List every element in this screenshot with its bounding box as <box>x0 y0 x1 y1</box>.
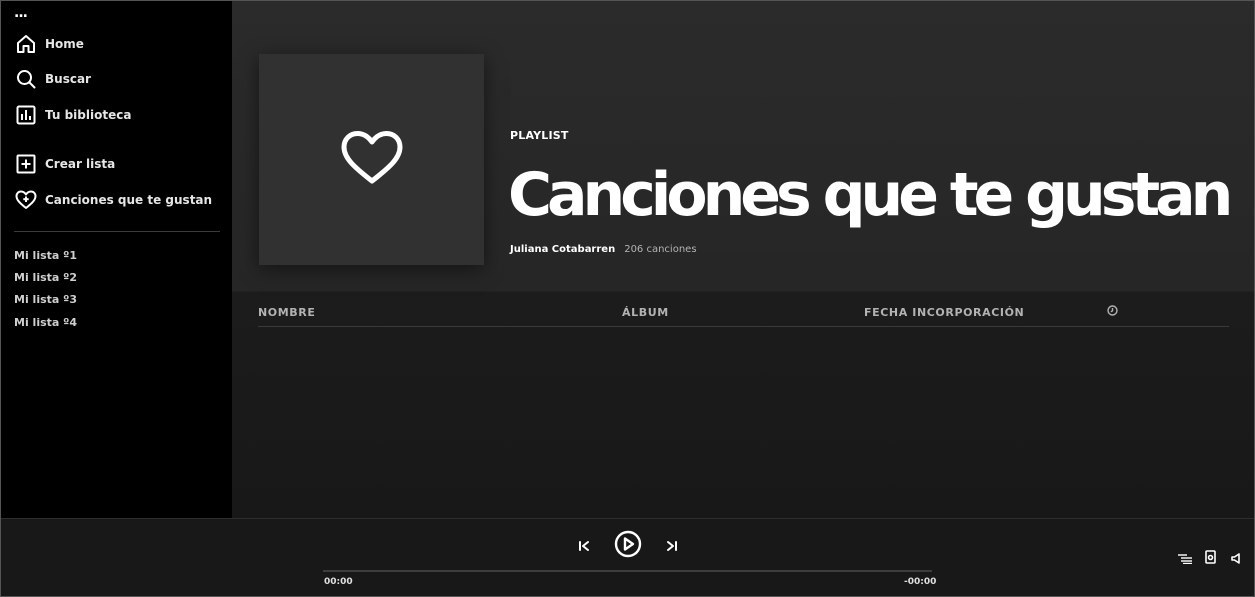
volume-button[interactable] <box>1229 551 1243 565</box>
queue-button[interactable] <box>1177 551 1193 565</box>
next-icon <box>666 537 678 556</box>
plus-square-icon <box>15 153 37 175</box>
progress-bar[interactable] <box>323 570 932 572</box>
sidebar-playlist-item[interactable]: Mi lista º2 <box>14 271 77 284</box>
column-header-date-added[interactable]: FECHA INCORPORACIÓN <box>864 306 1024 319</box>
device-icon <box>1204 549 1216 568</box>
heart-plus-icon <box>15 189 37 211</box>
playlist-meta: Juliana Cotabarren 206 canciones <box>510 244 697 255</box>
main-content: PLAYLIST Canciones que te gustan Juliana… <box>232 1 1254 518</box>
nav-home[interactable]: Home <box>15 32 84 56</box>
nav-home-label: Home <box>45 37 84 51</box>
library-icon <box>15 104 37 126</box>
previous-button[interactable] <box>576 538 592 554</box>
clock-icon[interactable] <box>1107 305 1118 319</box>
liked-songs-link[interactable]: Canciones que te gustan <box>15 188 212 212</box>
sidebar-playlist-item[interactable]: Mi lista º3 <box>14 293 77 306</box>
table-header-divider <box>258 326 1229 327</box>
device-button[interactable] <box>1203 549 1217 568</box>
player-bar: 00:00 -00:00 <box>1 518 1254 596</box>
next-button[interactable] <box>664 538 680 554</box>
play-icon <box>614 530 642 562</box>
sidebar-playlist-item[interactable]: Mi lista º4 <box>14 316 77 329</box>
page-title: Canciones que te gustan <box>508 160 1233 230</box>
create-playlist-button[interactable]: Crear lista <box>15 152 115 176</box>
sidebar: ... Home Buscar Tu biblioteca Crear list… <box>1 1 232 518</box>
more-menu-button[interactable]: ... <box>14 6 28 20</box>
column-header-name[interactable]: NOMBRE <box>258 306 315 319</box>
column-header-album[interactable]: ÁLBUM <box>622 306 669 319</box>
search-icon <box>15 68 37 90</box>
nav-library-label: Tu biblioteca <box>45 108 132 122</box>
sidebar-playlist-item[interactable]: Mi lista º1 <box>14 249 77 262</box>
play-button[interactable] <box>613 530 643 562</box>
create-playlist-label: Crear lista <box>45 157 116 171</box>
remaining-time: -00:00 <box>904 577 937 587</box>
liked-songs-label: Canciones que te gustan <box>45 193 213 207</box>
sidebar-divider <box>14 231 220 232</box>
playlist-type-label: PLAYLIST <box>510 129 569 142</box>
volume-icon <box>1231 549 1241 568</box>
elapsed-time: 00:00 <box>324 577 353 587</box>
playlist-cover <box>259 54 484 265</box>
nav-search[interactable]: Buscar <box>15 67 91 91</box>
queue-icon <box>1178 549 1192 568</box>
owner-name[interactable]: Juliana Cotabarren <box>510 244 615 255</box>
nav-search-label: Buscar <box>45 72 91 86</box>
home-icon <box>15 33 37 55</box>
song-count: 206 canciones <box>624 244 697 255</box>
nav-library[interactable]: Tu biblioteca <box>15 103 131 127</box>
heart-icon <box>340 130 404 190</box>
previous-icon <box>578 537 590 556</box>
